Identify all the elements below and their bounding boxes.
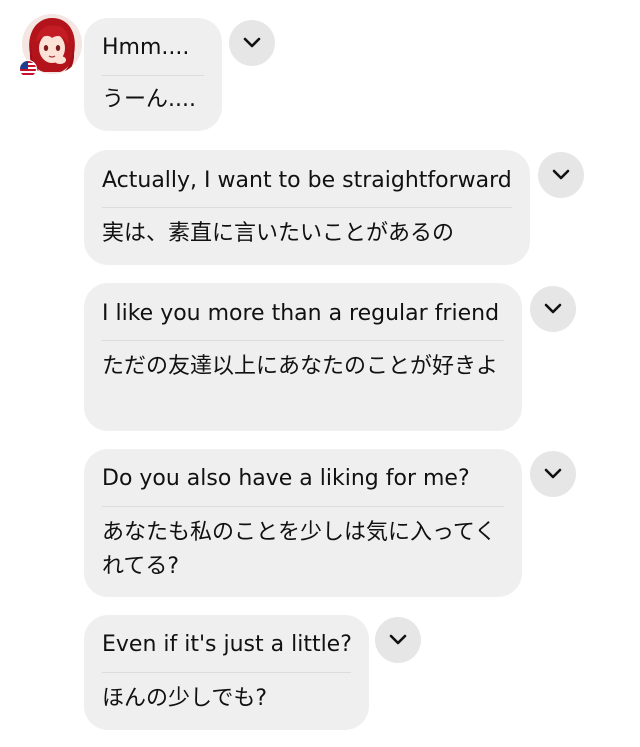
japanese-translation: うーん.... <box>102 87 196 112</box>
japanese-translation: ほんの少しでも? <box>102 686 268 711</box>
divider <box>102 75 204 76</box>
divider <box>102 506 504 507</box>
us-flag-icon <box>19 60 37 78</box>
chevron-down-icon <box>544 468 562 479</box>
expand-button[interactable] <box>375 617 421 663</box>
japanese-translation: 実は、素直に言いたいことがあるの <box>102 221 455 246</box>
english-text: Actually, I want to be straightforward <box>102 168 512 193</box>
chevron-down-icon <box>552 169 570 180</box>
expand-button[interactable] <box>538 152 584 198</box>
message-bubble: I like you more than a regular friend ただ… <box>84 283 522 431</box>
divider <box>102 340 504 341</box>
japanese-translation: ただの友達以上にあなたのことが好きよ <box>102 354 499 379</box>
english-text: I like you more than a regular friend <box>102 301 500 326</box>
japanese-translation: あなたも私のことを少しは気に入ってくれてる? <box>102 520 497 579</box>
english-text: Do you also have a liking for me? <box>102 466 470 491</box>
expand-button[interactable] <box>530 286 576 332</box>
chevron-down-icon <box>243 37 261 48</box>
message-bubble: Even if it's just a little? ほんの少しでも? <box>84 615 369 730</box>
divider <box>102 672 351 673</box>
message-bubble: Actually, I want to be straightforward 実… <box>84 150 530 265</box>
divider <box>102 207 512 208</box>
chevron-down-icon <box>544 303 562 314</box>
chevron-down-icon <box>389 634 407 645</box>
english-text: Even if it's just a little? <box>102 632 352 657</box>
expand-button[interactable] <box>229 20 275 66</box>
english-text: Hmm.... <box>102 35 190 60</box>
message-bubble: Hmm.... うーん.... <box>84 18 222 131</box>
expand-button[interactable] <box>530 451 576 497</box>
message-bubble: Do you also have a liking for me? あなたも私の… <box>84 449 522 597</box>
